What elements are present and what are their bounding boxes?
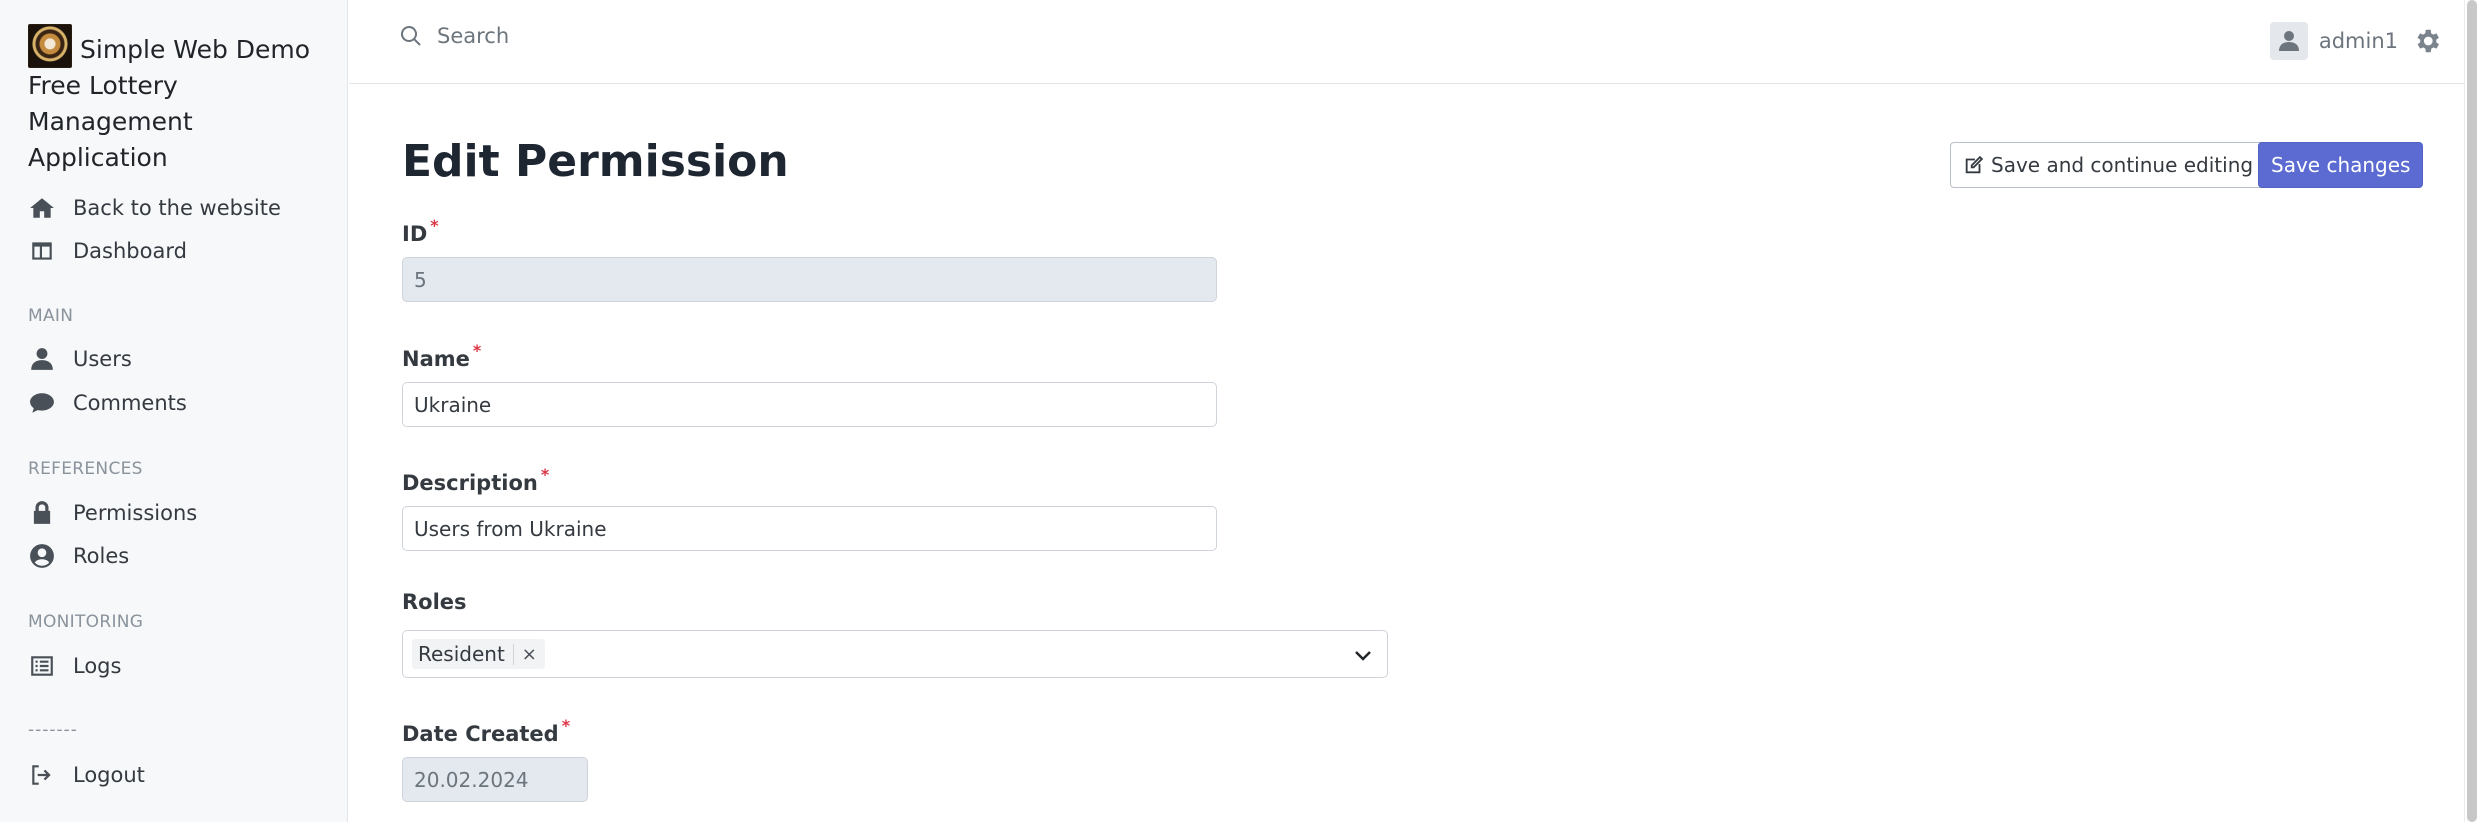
user-circle-icon xyxy=(28,542,56,570)
page-scrollbar[interactable] xyxy=(2464,0,2478,822)
save-changes-button[interactable]: Save changes xyxy=(2258,142,2424,188)
sidebar-separator: ------- xyxy=(28,720,78,740)
gear-icon xyxy=(2417,29,2439,53)
id-label: ID * xyxy=(402,216,439,246)
sidebar-item-roles[interactable]: Roles xyxy=(28,538,129,574)
description-field[interactable] xyxy=(402,506,1217,551)
date-created-label: Date Created * xyxy=(402,716,571,746)
search-icon xyxy=(400,25,421,46)
sidebar-item-label: Comments xyxy=(73,391,187,415)
name-label: Name * xyxy=(402,341,482,371)
role-chip-label: Resident xyxy=(418,642,505,666)
sidebar-item-permissions[interactable]: Permissions xyxy=(28,495,197,531)
save-and-continue-label: Save and continue editing xyxy=(1991,153,2254,177)
sidebar-item-label: Logout xyxy=(73,763,145,787)
sidebar-item-label: Dashboard xyxy=(73,239,187,263)
date-created-field xyxy=(402,757,588,802)
sidebar-item-back-to-website[interactable]: Back to the website xyxy=(28,190,281,226)
sidebar-item-logs[interactable]: Logs xyxy=(28,648,121,684)
scrollbar-thumb[interactable] xyxy=(2467,0,2477,822)
sidebar-item-label: Permissions xyxy=(73,501,198,525)
section-main: MAIN xyxy=(28,306,74,326)
sidebar-item-logout[interactable]: Logout xyxy=(28,757,145,793)
lock-icon xyxy=(28,499,56,527)
sidebar: Simple Web Demo Free Lottery Management … xyxy=(0,0,348,822)
section-monitoring: MONITORING xyxy=(28,612,144,632)
id-field xyxy=(402,257,1217,302)
user-icon xyxy=(28,345,56,373)
section-references: REFERENCES xyxy=(28,459,143,479)
role-chip: Resident × xyxy=(412,639,545,669)
home-icon xyxy=(28,194,56,222)
remove-role-button[interactable]: × xyxy=(512,643,545,665)
sidebar-item-dashboard[interactable]: Dashboard xyxy=(28,233,187,269)
page-title: Edit Permission xyxy=(402,136,789,187)
dashboard-icon xyxy=(28,237,56,265)
name-field[interactable] xyxy=(402,382,1217,427)
chevron-down-icon[interactable] xyxy=(1351,643,1375,667)
sidebar-item-label: Roles xyxy=(73,544,130,568)
search-box[interactable] xyxy=(399,24,1137,48)
app-logo xyxy=(28,24,72,68)
search-input[interactable] xyxy=(437,24,1137,48)
user-avatar-icon xyxy=(2278,31,2299,51)
required-marker: * xyxy=(540,465,550,484)
list-icon xyxy=(28,652,56,680)
logout-icon xyxy=(28,761,56,789)
user-menu[interactable]: admin1 xyxy=(2269,22,2398,60)
sidebar-item-comments[interactable]: Comments xyxy=(28,385,187,421)
description-label: Description * xyxy=(402,465,550,495)
username: admin1 xyxy=(2318,29,2398,53)
topbar: admin1 xyxy=(349,0,2464,84)
settings-button[interactable] xyxy=(2412,26,2442,56)
required-marker: * xyxy=(561,716,571,735)
brand[interactable]: Simple Web Demo Free Lottery Management … xyxy=(28,24,328,176)
comment-icon xyxy=(28,389,56,417)
sidebar-item-users[interactable]: Users xyxy=(28,341,132,377)
edit-icon xyxy=(1965,155,1984,174)
sidebar-item-label: Users xyxy=(73,347,132,371)
roles-select[interactable]: Resident × xyxy=(402,630,1388,678)
required-marker: * xyxy=(430,216,439,235)
sidebar-item-label: Logs xyxy=(73,654,122,678)
roles-label: Roles xyxy=(402,590,467,614)
save-and-continue-button[interactable]: Save and continue editing xyxy=(1950,142,2267,188)
required-marker: * xyxy=(472,341,482,360)
avatar xyxy=(2269,22,2308,60)
sidebar-item-label: Back to the website xyxy=(73,196,281,220)
